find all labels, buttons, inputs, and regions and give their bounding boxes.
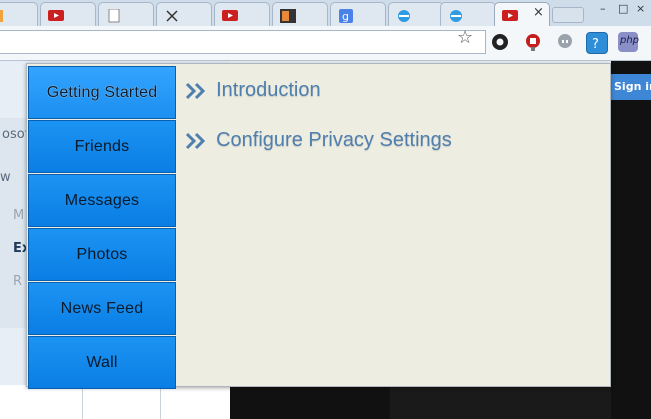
doc-icon — [0, 8, 6, 22]
x-icon — [164, 8, 180, 22]
ie-icon — [448, 8, 464, 22]
browser-toolbar: ☆ ? php — [0, 26, 651, 61]
window-close-button[interactable]: × — [636, 2, 645, 16]
svg-text:?: ? — [592, 37, 599, 52]
page-icon — [106, 8, 122, 23]
hangouts-icon[interactable] — [555, 32, 575, 52]
nav-getting-started[interactable]: Getting Started — [28, 66, 176, 119]
browser-tab[interactable] — [98, 2, 154, 26]
browser-tab[interactable] — [272, 2, 328, 26]
address-bar[interactable] — [0, 30, 486, 54]
background-spreadsheet — [0, 385, 230, 419]
browser-tab[interactable] — [440, 2, 496, 26]
help-popup: Getting Started Friends Messages Photos … — [26, 63, 611, 390]
browser-tab[interactable] — [156, 2, 212, 26]
double-chevron-right-icon — [185, 82, 207, 100]
google-icon: g — [338, 8, 354, 23]
browser-tab[interactable] — [0, 2, 38, 26]
ex-icon — [280, 8, 296, 23]
grid-line — [160, 385, 161, 419]
topic-label: Configure Privacy Settings — [216, 129, 452, 151]
background-dark-sidebar — [611, 61, 651, 419]
browser-tab[interactable]: g — [330, 2, 386, 26]
settings-icon[interactable] — [490, 32, 510, 52]
nav-messages[interactable]: Messages — [28, 174, 176, 227]
background-text: M — [13, 208, 25, 223]
php-extension-icon[interactable]: php — [618, 32, 640, 52]
new-tab-button[interactable] — [552, 7, 584, 23]
help-nav-menu: Getting Started Friends Messages Photos … — [28, 66, 176, 390]
browser-tab[interactable] — [40, 2, 96, 26]
background-text: R — [13, 274, 23, 289]
browser-tab[interactable] — [214, 2, 270, 26]
youtube-icon — [222, 8, 238, 21]
browser-tab-active[interactable]: × — [494, 2, 550, 26]
nav-friends[interactable]: Friends — [28, 120, 176, 173]
close-tab-icon[interactable]: × — [533, 5, 544, 21]
sign-in-button[interactable]: Sign in — [611, 74, 651, 100]
background-text: w — [0, 170, 11, 185]
topic-label: Introduction — [216, 79, 321, 101]
lastpass-icon[interactable] — [523, 32, 543, 52]
nav-photos[interactable]: Photos — [28, 228, 176, 281]
nav-news-feed[interactable]: News Feed — [28, 282, 176, 335]
tab-strip: g × – □ × — [0, 0, 651, 26]
svg-text:g: g — [342, 10, 349, 23]
youtube-icon — [502, 8, 518, 21]
youtube-icon — [48, 8, 64, 21]
php-label: php — [620, 35, 640, 46]
grid-line — [82, 385, 83, 419]
browser-tab[interactable] — [388, 2, 444, 26]
topic-configure-privacy-settings[interactable]: Configure Privacy Settings — [185, 129, 452, 155]
bookmark-star-icon[interactable]: ☆ — [457, 28, 473, 48]
maximize-button[interactable]: □ — [618, 2, 628, 16]
nav-wall[interactable]: Wall — [28, 336, 176, 389]
help-content: Introduction Configure Privacy Settings — [177, 64, 610, 386]
ie-icon — [396, 8, 412, 22]
double-chevron-right-icon — [185, 132, 207, 150]
topic-introduction[interactable]: Introduction — [185, 79, 321, 105]
help-extension-icon[interactable]: ? — [586, 32, 608, 54]
minimize-button[interactable]: – — [600, 2, 606, 16]
